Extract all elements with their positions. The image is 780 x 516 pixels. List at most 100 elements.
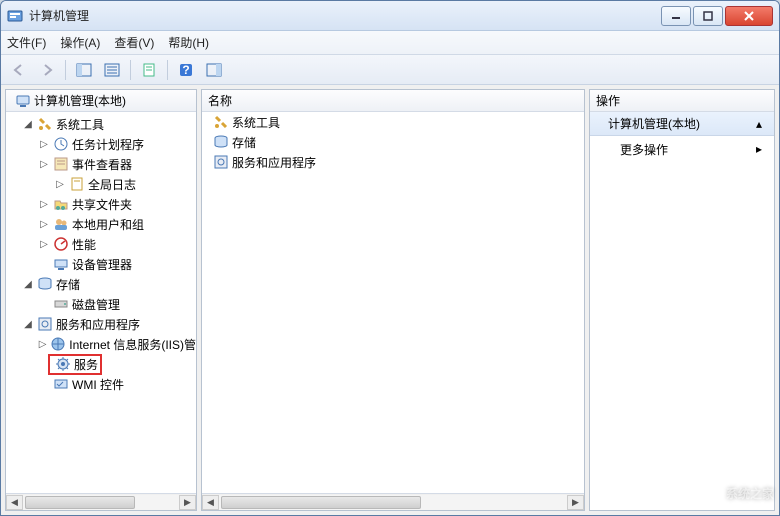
- expand-icon[interactable]: ▷: [38, 139, 50, 150]
- titlebar[interactable]: 计算机管理: [1, 1, 779, 31]
- tree-scrollbar[interactable]: ◀ ▶: [6, 493, 196, 510]
- disk-icon: [53, 296, 69, 312]
- scroll-right-icon[interactable]: ▶: [179, 495, 196, 510]
- menu-view[interactable]: 查看(V): [114, 34, 154, 51]
- tree-label: 性能: [72, 236, 96, 253]
- toolbar-separator: [167, 60, 168, 80]
- expand-icon[interactable]: ▷: [38, 219, 50, 230]
- storage-icon: [37, 276, 53, 292]
- tree-label: WMI 控件: [72, 376, 124, 393]
- actions-body: 计算机管理(本地) ▴ 更多操作 ▸: [590, 112, 774, 510]
- window-title: 计算机管理: [29, 7, 661, 24]
- list-item[interactable]: 系统工具: [202, 112, 584, 132]
- show-list-button[interactable]: [100, 59, 124, 81]
- menu-file[interactable]: 文件(F): [7, 34, 46, 51]
- event-icon: [53, 156, 69, 172]
- tools-icon: [37, 116, 53, 132]
- users-icon: [53, 216, 69, 232]
- tree-item-global-logs[interactable]: ▷ 全局日志: [6, 174, 196, 194]
- services-apps-icon: [213, 154, 229, 170]
- tree-label: 设备管理器: [72, 256, 132, 273]
- scroll-right-icon[interactable]: ▶: [567, 495, 584, 510]
- tree-label: 磁盘管理: [72, 296, 120, 313]
- tree-item-task-scheduler[interactable]: ▷ 任务计划程序: [6, 134, 196, 154]
- properties-icon: [142, 63, 156, 77]
- client-area: 计算机管理(本地) ◢ 系统工具 ▷ 任务计划程序 ▷: [1, 85, 779, 515]
- tools-icon: [213, 114, 229, 130]
- list-panel-icon: [104, 63, 120, 77]
- device-icon: [53, 256, 69, 272]
- close-button[interactable]: [725, 6, 773, 26]
- show-tree-button[interactable]: [72, 59, 96, 81]
- tree-item-storage[interactable]: ◢ 存储: [6, 274, 196, 294]
- collapse-icon[interactable]: ◢: [22, 319, 34, 330]
- list-item-label: 系统工具: [232, 114, 280, 131]
- help-icon: ?: [179, 63, 193, 77]
- toolbar-separator: [130, 60, 131, 80]
- tree-label: Internet 信息服务(IIS)管: [69, 336, 196, 353]
- action-label: 更多操作: [620, 141, 668, 158]
- action-section[interactable]: 计算机管理(本地) ▴: [590, 112, 774, 136]
- tree-label: 本地用户和组: [72, 216, 144, 233]
- window-frame: 计算机管理 文件(F) 操作(A) 查看(V) 帮助(H) ? 计算机管理(本地…: [0, 0, 780, 516]
- tree-label: 系统工具: [56, 116, 104, 133]
- gear-icon: [55, 356, 71, 372]
- services-apps-icon: [37, 316, 53, 332]
- properties-button[interactable]: [137, 59, 161, 81]
- action-section-label: 计算机管理(本地): [608, 115, 700, 132]
- tree-item-disk-management[interactable]: 磁盘管理: [6, 294, 196, 314]
- tree-item-services-apps[interactable]: ◢ 服务和应用程序: [6, 314, 196, 334]
- tree-item-performance[interactable]: ▷ 性能: [6, 234, 196, 254]
- tree-item-iis[interactable]: ▷ Internet 信息服务(IIS)管: [6, 334, 196, 354]
- minimize-button[interactable]: [661, 6, 691, 26]
- list-panel: 名称 系统工具 存储 服务和应用程序 ◀ ▶: [201, 89, 585, 511]
- window-controls: [661, 6, 773, 26]
- actions-title: 操作: [596, 92, 620, 109]
- tree-label: 服务和应用程序: [56, 316, 140, 333]
- expand-icon[interactable]: ▷: [38, 339, 47, 350]
- expand-icon[interactable]: ▷: [38, 159, 50, 170]
- maximize-button[interactable]: [693, 6, 723, 26]
- actions-pane-button[interactable]: [202, 59, 226, 81]
- tree-item-shared-folders[interactable]: ▷ 共享文件夹: [6, 194, 196, 214]
- list-item-label: 存储: [232, 134, 256, 151]
- tree-item-wmi[interactable]: WMI 控件: [6, 374, 196, 394]
- list-item[interactable]: 存储: [202, 132, 584, 152]
- back-button[interactable]: [7, 59, 31, 81]
- list-scrollbar[interactable]: ◀ ▶: [202, 493, 584, 510]
- forward-button[interactable]: [35, 59, 59, 81]
- shared-folder-icon: [53, 196, 69, 212]
- expand-icon[interactable]: ▷: [38, 239, 50, 250]
- tree-item-event-viewer[interactable]: ▷ 事件查看器: [6, 154, 196, 174]
- scroll-left-icon[interactable]: ◀: [202, 495, 219, 510]
- menu-help[interactable]: 帮助(H): [168, 34, 209, 51]
- collapse-icon[interactable]: ◢: [22, 119, 34, 130]
- tree-label: 任务计划程序: [72, 136, 144, 153]
- collapse-icon[interactable]: ◢: [22, 279, 34, 290]
- tree-item-services[interactable]: 服务: [6, 354, 196, 374]
- expand-icon[interactable]: ▷: [38, 199, 50, 210]
- list-item-label: 服务和应用程序: [232, 154, 316, 171]
- actions-panel: 操作 计算机管理(本地) ▴ 更多操作 ▸: [589, 89, 775, 511]
- tree-root-label: 计算机管理(本地): [34, 92, 126, 109]
- tree-panel-icon: [76, 63, 92, 77]
- help-button[interactable]: ?: [174, 59, 198, 81]
- tree-label: 事件查看器: [72, 156, 132, 173]
- toolbar-separator: [65, 60, 66, 80]
- tree-label: 服务: [74, 356, 98, 373]
- list-header[interactable]: 名称: [202, 90, 584, 112]
- storage-icon: [213, 134, 229, 150]
- tree-item-local-users[interactable]: ▷ 本地用户和组: [6, 214, 196, 234]
- clock-icon: [53, 136, 69, 152]
- tree-body[interactable]: ◢ 系统工具 ▷ 任务计划程序 ▷ 事件查看器: [6, 112, 196, 493]
- scroll-left-icon[interactable]: ◀: [6, 495, 23, 510]
- tree-item-device-manager[interactable]: 设备管理器: [6, 254, 196, 274]
- list-item[interactable]: 服务和应用程序: [202, 152, 584, 172]
- menu-action[interactable]: 操作(A): [60, 34, 100, 51]
- expand-icon[interactable]: ▷: [54, 179, 66, 190]
- list-body[interactable]: 系统工具 存储 服务和应用程序: [202, 112, 584, 493]
- action-more[interactable]: 更多操作 ▸: [590, 136, 774, 162]
- app-icon: [7, 8, 23, 24]
- performance-icon: [53, 236, 69, 252]
- tree-item-system-tools[interactable]: ◢ 系统工具: [6, 114, 196, 134]
